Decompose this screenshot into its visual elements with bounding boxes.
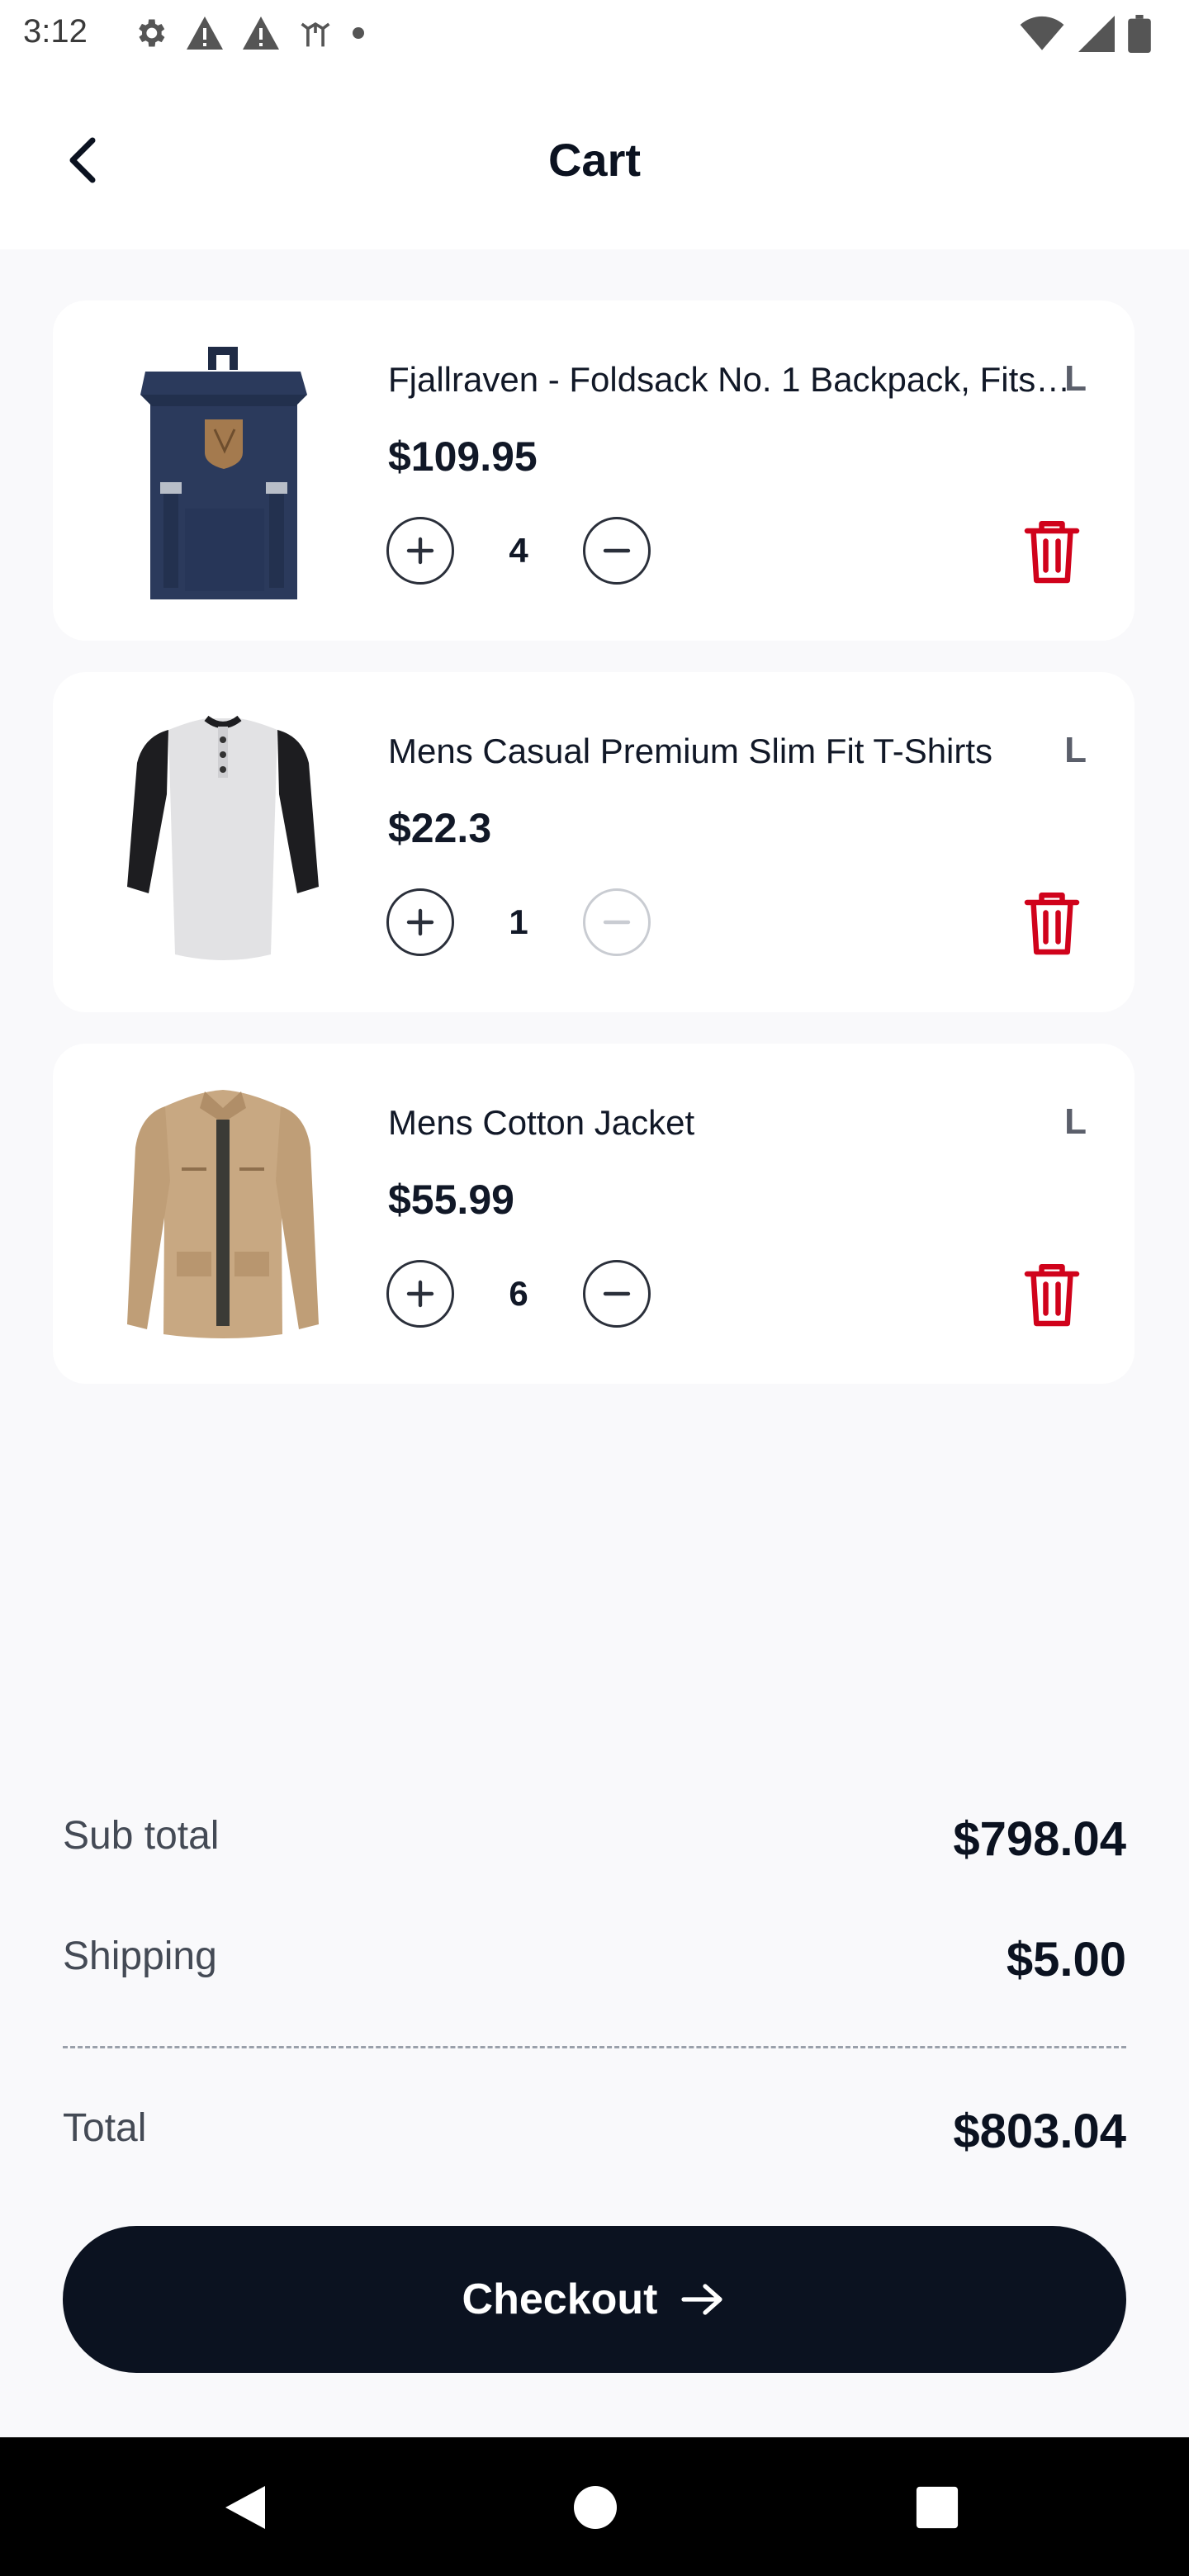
increase-quantity-button[interactable] xyxy=(386,888,454,956)
quantity-stepper: 1 xyxy=(386,888,651,956)
quantity-value: 6 xyxy=(509,1274,528,1313)
delete-item-button[interactable] xyxy=(1017,888,1087,958)
delete-item-button[interactable] xyxy=(1017,1260,1087,1329)
system-nav-bar xyxy=(0,2437,1189,2576)
tshirt-image xyxy=(127,715,319,960)
decrease-quantity-button[interactable] xyxy=(583,1260,651,1328)
subtotal-label: Sub total xyxy=(63,1814,220,1858)
quantity-value: 4 xyxy=(509,531,528,570)
total-value: $803.04 xyxy=(953,2105,1126,2158)
triangle-back-icon xyxy=(225,2486,265,2529)
nav-recents-button[interactable] xyxy=(908,2479,966,2536)
product-size: L xyxy=(1064,730,1087,770)
arrow-right-icon xyxy=(681,2284,723,2315)
trash-icon xyxy=(1024,893,1080,955)
status-bar: 3:12 xyxy=(0,0,1189,73)
product-size: L xyxy=(1064,1101,1087,1142)
product-name: Mens Cotton Jacket xyxy=(388,1103,695,1142)
subtotal-value: $798.04 xyxy=(953,1812,1126,1866)
cart-item: Mens Casual Premium Slim Fit T-Shirts L … xyxy=(53,672,1135,1012)
gear-icon xyxy=(139,19,165,47)
quantity-value: 1 xyxy=(509,902,528,941)
decrease-quantity-button[interactable] xyxy=(583,517,651,585)
trash-icon xyxy=(1024,521,1080,584)
minus-icon xyxy=(603,548,631,553)
nav-back-button[interactable] xyxy=(216,2479,274,2536)
subtotal-row: Sub total $798.04 xyxy=(63,1812,1126,1866)
decrease-quantity-button[interactable] xyxy=(583,888,651,956)
cart-item: Fjallraven - Foldsack No. 1 Backpack, Fi… xyxy=(53,301,1135,641)
page-title: Cart xyxy=(547,134,642,186)
alert-icon xyxy=(243,17,279,50)
minus-icon xyxy=(603,1291,631,1296)
checkout-label: Checkout xyxy=(462,2275,658,2323)
shipping-value: $5.00 xyxy=(1006,1933,1126,1986)
shipping-label: Shipping xyxy=(63,1934,217,1978)
alert-icon xyxy=(187,17,223,50)
backpack-image xyxy=(140,347,307,599)
increase-quantity-button[interactable] xyxy=(386,517,454,585)
cart-list: Fjallraven - Foldsack No. 1 Backpack, Fi… xyxy=(53,301,1135,1415)
battery-icon xyxy=(1128,15,1151,53)
summary-divider xyxy=(63,2046,1126,2048)
order-summary: Sub total $798.04 Shipping $5.00 Total $… xyxy=(63,1812,1126,2158)
plus-icon xyxy=(406,537,434,565)
cart-item: Mens Cotton Jacket L $55.99 6 xyxy=(53,1044,1135,1384)
quantity-stepper: 4 xyxy=(386,517,651,585)
delete-item-button[interactable] xyxy=(1017,517,1087,586)
square-recents-icon xyxy=(916,2486,959,2529)
jacket-image xyxy=(127,1090,319,1338)
minus-icon xyxy=(603,920,631,925)
status-icons-left xyxy=(132,15,367,51)
antenna-icon xyxy=(301,21,330,47)
product-price: $22.3 xyxy=(388,805,492,851)
wifi-icon xyxy=(1020,16,1064,50)
signal-icon xyxy=(1078,16,1115,52)
product-name: Mens Casual Premium Slim Fit T-Shirts xyxy=(388,732,993,770)
nav-home-button[interactable] xyxy=(566,2479,624,2536)
status-icons-right xyxy=(1019,15,1151,53)
total-row: Total $803.04 xyxy=(63,2105,1126,2158)
product-price: $109.95 xyxy=(388,433,538,480)
checkout-button[interactable]: Checkout xyxy=(63,2226,1126,2373)
shipping-row: Shipping $5.00 xyxy=(63,1933,1126,1986)
quantity-stepper: 6 xyxy=(386,1260,651,1328)
total-label: Total xyxy=(63,2106,147,2150)
product-name: Fjallraven - Foldsack No. 1 Backpack, Fi… xyxy=(388,360,1073,399)
trash-icon xyxy=(1024,1264,1080,1327)
increase-quantity-button[interactable] xyxy=(386,1260,454,1328)
dot-icon xyxy=(353,27,364,39)
product-price: $55.99 xyxy=(388,1177,514,1223)
product-size: L xyxy=(1064,358,1087,399)
circle-home-icon xyxy=(574,2486,617,2529)
plus-icon xyxy=(406,908,434,936)
status-time: 3:12 xyxy=(23,13,88,50)
plus-icon xyxy=(406,1280,434,1308)
app-bar: Cart xyxy=(0,73,1189,249)
